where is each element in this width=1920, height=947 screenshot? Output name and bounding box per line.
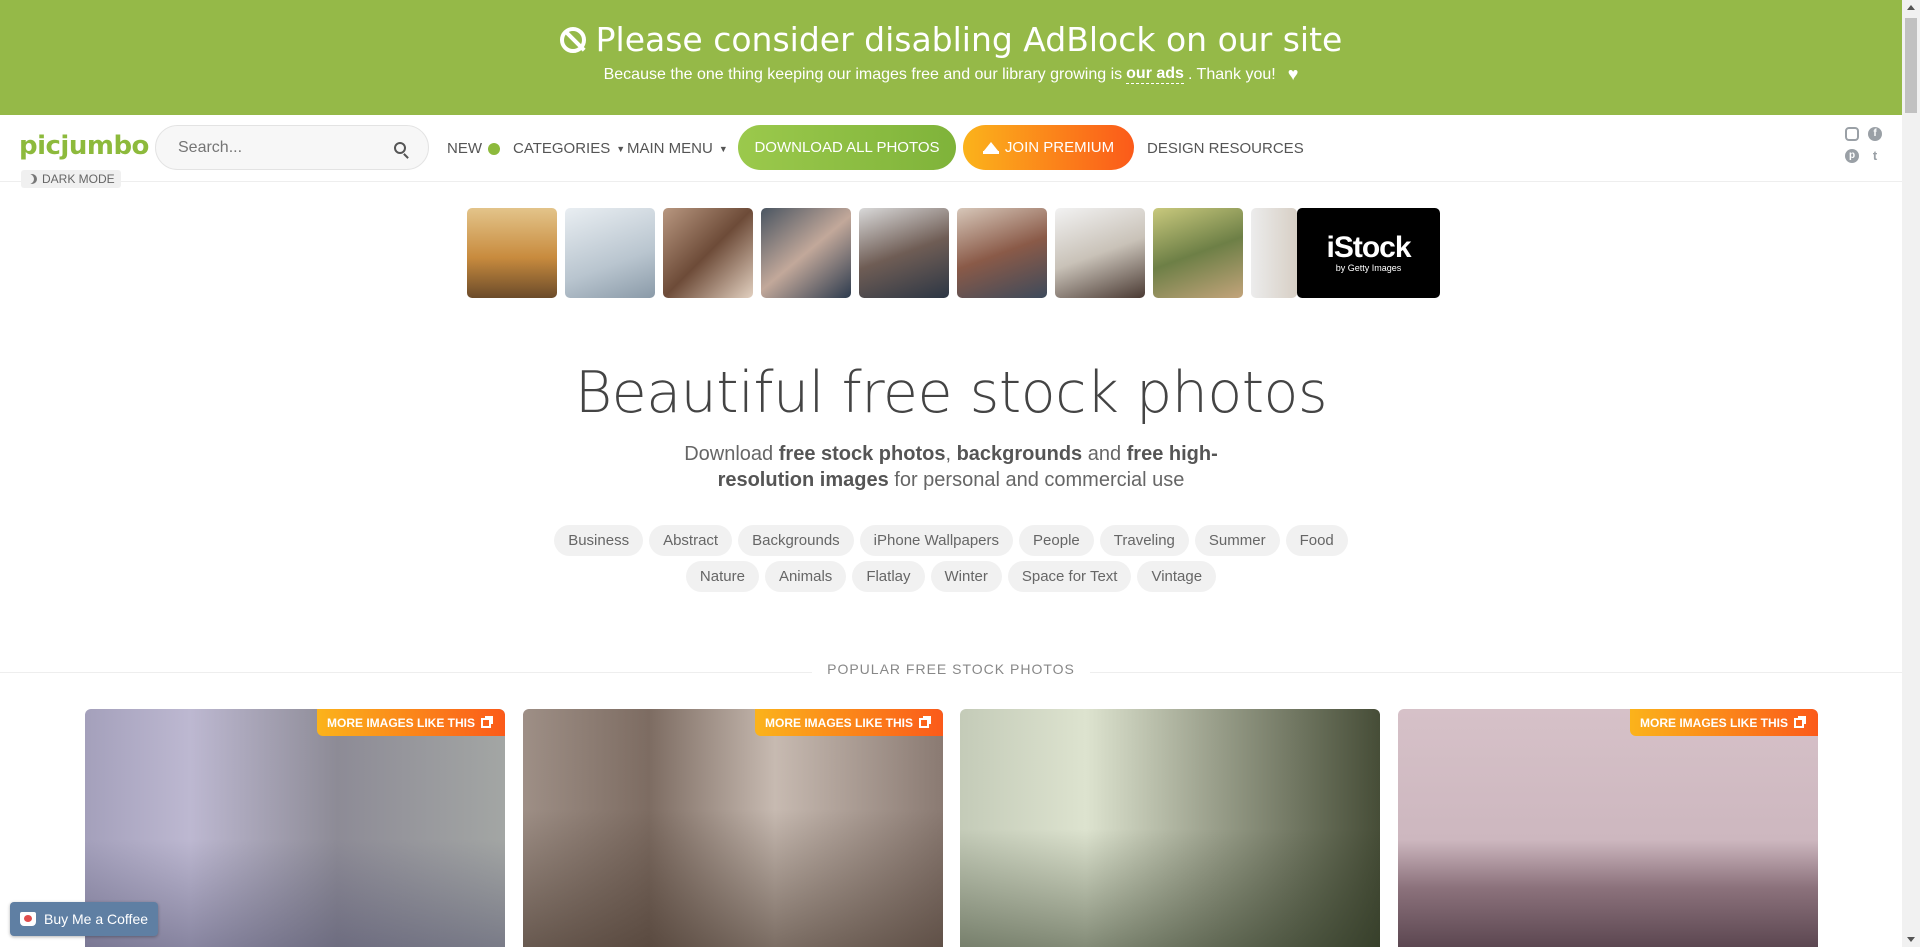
heart-icon: ♥	[1287, 64, 1299, 84]
coffee-cup-icon	[20, 912, 36, 926]
instagram-icon[interactable]	[1845, 127, 1859, 141]
tag-backgrounds[interactable]: Backgrounds	[738, 525, 854, 556]
popular-heading: POPULAR FREE STOCK PHOTOS	[0, 661, 1902, 679]
scroll-up-icon[interactable]	[1907, 5, 1915, 10]
strip-photo[interactable]	[957, 208, 1047, 298]
strip-photo[interactable]	[663, 208, 753, 298]
strip-photo[interactable]	[1055, 208, 1145, 298]
dark-mode-toggle[interactable]: DARK MODE	[21, 170, 121, 188]
tag-business[interactable]: Business	[554, 525, 644, 556]
tag-space-for-text[interactable]: Space for Text	[1007, 561, 1132, 592]
tag-summer[interactable]: Summer	[1194, 525, 1280, 556]
adblock-subtitle: Because the one thing keeping our images…	[0, 64, 1902, 85]
external-link-icon	[919, 715, 931, 728]
moon-icon	[27, 174, 37, 184]
more-images-label: MORE IMAGES LIKE THIS	[1639, 715, 1788, 730]
lead-text: Download	[684, 443, 779, 465]
adblock-title-text: Please consider disabling AdBlock on our…	[595, 20, 1343, 59]
tag-flatlay[interactable]: Flatlay	[852, 561, 925, 592]
social-links: f p t	[1845, 127, 1882, 163]
tag-row-1: Business Abstract Backgrounds iPhone Wal…	[0, 525, 1902, 556]
strip-photo[interactable]	[1153, 208, 1243, 298]
more-images-label: MORE IMAGES LIKE THIS	[764, 715, 913, 730]
join-premium-button[interactable]: JOIN PREMIUM	[963, 125, 1134, 170]
adblock-thanks: . Thank you!	[1187, 65, 1276, 83]
our-ads-link[interactable]: our ads	[1126, 65, 1184, 84]
more-images-button[interactable]: MORE IMAGES LIKE THIS	[316, 709, 505, 736]
tag-food[interactable]: Food	[1285, 525, 1348, 556]
adblock-title: Please consider disabling AdBlock on our…	[0, 20, 1902, 59]
more-images-button[interactable]: MORE IMAGES LIKE THIS	[1629, 709, 1818, 736]
pinterest-icon[interactable]: p	[1845, 149, 1859, 163]
nav-new-label: NEW	[447, 140, 482, 157]
page-title: Beautiful free stock photos	[574, 360, 1328, 426]
facebook-icon[interactable]: f	[1868, 127, 1882, 141]
nav-main-menu-label: MAIN MENU	[627, 140, 713, 157]
strip-photo[interactable]	[565, 208, 655, 298]
top-nav: picjumbo DARK MODE NEW CATEGORIES ▼ MAIN…	[0, 115, 1902, 188]
tag-nature[interactable]: Nature	[685, 561, 759, 592]
caret-down-icon: ▼	[616, 143, 626, 154]
istock-by: by Getty Images	[1335, 263, 1402, 273]
join-premium-label: JOIN PREMIUM	[1004, 139, 1115, 156]
tag-vintage[interactable]: Vintage	[1137, 561, 1217, 592]
crown-icon	[982, 141, 999, 154]
nav-categories-label: CATEGORIES	[513, 140, 611, 157]
buy-me-a-coffee-label: Buy Me a Coffee	[44, 911, 149, 927]
more-images-button[interactable]: MORE IMAGES LIKE THIS	[754, 709, 943, 736]
photo-card[interactable]	[960, 709, 1380, 947]
photo-card[interactable]: MORE IMAGES LIKE THIS	[1398, 709, 1818, 947]
more-images-label: MORE IMAGES LIKE THIS	[326, 715, 475, 730]
dark-mode-label: DARK MODE	[42, 172, 115, 186]
popular-heading-text: POPULAR FREE STOCK PHOTOS	[812, 661, 1090, 677]
adblock-banner: Please consider disabling AdBlock on our…	[0, 0, 1902, 115]
twitter-icon[interactable]: t	[1868, 149, 1882, 163]
istock-logo[interactable]: iStock by Getty Images	[1297, 208, 1440, 298]
tag-traveling[interactable]: Traveling	[1099, 525, 1189, 556]
external-link-icon	[481, 715, 493, 728]
nav-new[interactable]: NEW	[447, 115, 500, 182]
scrollbar-thumb[interactable]	[1905, 18, 1917, 113]
scroll-down-icon[interactable]	[1907, 937, 1915, 942]
lead-text: ,	[945, 443, 957, 465]
logo[interactable]: picjumbo	[19, 131, 149, 161]
hero-lead: Download free stock photos, backgrounds …	[666, 441, 1236, 493]
istock-brand: iStock	[1326, 231, 1411, 264]
tag-winter[interactable]: Winter	[930, 561, 1002, 592]
hero: Beautiful free stock photos	[0, 360, 1902, 426]
tag-abstract[interactable]: Abstract	[649, 525, 733, 556]
tag-iphone-wallpapers[interactable]: iPhone Wallpapers	[859, 525, 1014, 556]
lead-bold: free stock photos	[778, 443, 946, 465]
lead-text: for personal and commercial use	[888, 469, 1185, 491]
adblock-sub-text: Because the one thing keeping our images…	[603, 65, 1123, 83]
external-link-icon	[1794, 715, 1806, 728]
search-input[interactable]	[178, 138, 394, 157]
page-scrollbar[interactable]	[1902, 0, 1920, 947]
tag-row-2: Nature Animals Flatlay Winter Space for …	[0, 561, 1902, 592]
lead-text: and	[1082, 443, 1127, 465]
caret-down-icon: ▼	[718, 143, 728, 154]
strip-photo[interactable]	[761, 208, 851, 298]
tag-animals[interactable]: Animals	[764, 561, 847, 592]
search-icon[interactable]	[394, 141, 406, 154]
strip-photo[interactable]	[859, 208, 949, 298]
download-all-button[interactable]: DOWNLOAD ALL PHOTOS	[738, 125, 956, 170]
photo-card[interactable]: MORE IMAGES LIKE THIS	[523, 709, 943, 947]
istock-photo-strip[interactable]: iStock by Getty Images	[467, 208, 1440, 298]
buy-me-a-coffee-button[interactable]: Buy Me a Coffee	[10, 902, 159, 936]
lead-bold: backgrounds	[956, 443, 1083, 465]
tag-people[interactable]: People	[1019, 525, 1094, 556]
ban-icon	[559, 26, 586, 53]
nav-categories[interactable]: CATEGORIES ▼	[513, 115, 625, 182]
nav-main-menu[interactable]: MAIN MENU ▼	[627, 115, 728, 182]
search-box	[155, 125, 429, 170]
nav-design-resources[interactable]: DESIGN RESOURCES	[1147, 115, 1304, 182]
new-dot-icon	[488, 142, 500, 155]
strip-photo[interactable]	[1251, 208, 1297, 298]
strip-photo[interactable]	[467, 208, 557, 298]
